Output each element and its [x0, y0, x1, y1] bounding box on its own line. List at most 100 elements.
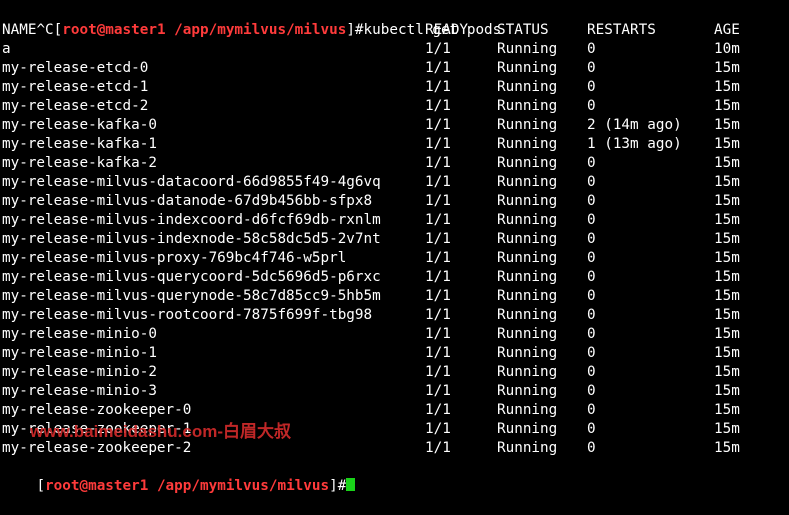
pod-age: 15m [714, 269, 740, 285]
pod-name: my-release-minio-1 [2, 345, 157, 361]
pod-status: Running [497, 440, 558, 456]
pod-age: 15m [714, 231, 740, 247]
pod-ready: 1/1 [425, 345, 451, 361]
pod-name: my-release-kafka-0 [2, 117, 157, 133]
pod-age: 15m [714, 440, 740, 456]
pod-age: 15m [714, 79, 740, 95]
pod-restarts: 0 [587, 155, 596, 171]
terminal-cursor [346, 478, 356, 491]
pod-status: Running [497, 212, 558, 228]
pod-ready: 1/1 [425, 193, 451, 209]
pod-restarts: 0 [587, 269, 596, 285]
pod-restarts: 0 [587, 250, 596, 266]
pod-ready: 1/1 [425, 41, 451, 57]
pod-name: my-release-milvus-datacoord-66d9855f49-4… [2, 174, 381, 190]
pod-age: 15m [714, 364, 740, 380]
pod-ready: 1/1 [425, 250, 451, 266]
pod-restarts: 0 [587, 60, 596, 76]
pod-age: 15m [714, 326, 740, 342]
pod-ready: 1/1 [425, 174, 451, 190]
header-age: AGE [714, 22, 740, 38]
pod-status: Running [497, 231, 558, 247]
pod-name: my-release-etcd-0 [2, 60, 149, 76]
pod-name: my-release-milvus-indexnode-58c58dc5d5-2… [2, 231, 381, 247]
pod-restarts: 0 [587, 174, 596, 190]
pod-name: my-release-etcd-2 [2, 98, 149, 114]
pod-status: Running [497, 155, 558, 171]
pod-status: Running [497, 421, 558, 437]
pod-name: my-release-minio-2 [2, 364, 157, 380]
pod-status: Running [497, 402, 558, 418]
pod-name: my-release-etcd-1 [2, 79, 149, 95]
prompt-suffix: ]# [346, 22, 364, 38]
pod-ready: 1/1 [425, 155, 451, 171]
pod-name: my-release-milvus-proxy-769bc4f746-w5prl [2, 250, 347, 266]
pod-name: my-release-kafka-1 [2, 136, 157, 152]
pod-name: my-release-milvus-rootcoord-7875f699f-tb… [2, 307, 373, 323]
prompt-path: /app/mymilvus/milvus [174, 22, 347, 38]
pod-name: my-release-minio-0 [2, 326, 157, 342]
pod-name: my-release-milvus-datanode-67d9b456bb-sf… [2, 193, 373, 209]
pod-restarts: 0 [587, 402, 596, 418]
pod-age: 10m [714, 41, 740, 57]
pod-age: 15m [714, 307, 740, 323]
pod-ready: 1/1 [425, 98, 451, 114]
pod-ready: 1/1 [425, 326, 451, 342]
final-prompt-path: /app/mymilvus/milvus [156, 478, 330, 494]
pod-ready: 1/1 [425, 231, 451, 247]
header-status: STATUS [497, 22, 549, 38]
pod-status: Running [497, 193, 558, 209]
pod-status: Running [497, 269, 558, 285]
header-ready: READY [425, 22, 469, 38]
pod-age: 15m [714, 60, 740, 76]
pod-status: Running [497, 174, 558, 190]
pod-restarts: 0 [587, 98, 596, 114]
pod-status: Running [497, 364, 558, 380]
pod-age: 15m [714, 155, 740, 171]
final-prompt-suffix: ]# [329, 478, 347, 494]
pod-restarts: 0 [587, 307, 596, 323]
pod-ready: 1/1 [425, 212, 451, 228]
pod-status: Running [497, 345, 558, 361]
pod-restarts: 0 [587, 345, 596, 361]
pod-status: Running [497, 98, 558, 114]
pod-ready: 1/1 [425, 421, 451, 437]
pod-name: my-release-milvus-querycoord-5dc5696d5-p… [2, 269, 381, 285]
pod-restarts: 0 [587, 364, 596, 380]
pod-ready: 1/1 [425, 60, 451, 76]
pod-name: my-release-minio-3 [2, 383, 157, 399]
final-prompt-userhost: root@master1 [45, 478, 149, 494]
pod-age: 15m [714, 212, 740, 228]
pod-age: 15m [714, 345, 740, 361]
pod-status: Running [497, 41, 558, 57]
pod-restarts: 0 [587, 326, 596, 342]
pod-ready: 1/1 [425, 269, 451, 285]
final-prompt-line[interactable]: [root@master1 /app/mymilvus/milvus]# [2, 458, 356, 494]
pod-name: my-release-milvus-querynode-58c7d85cc9-5… [2, 288, 381, 304]
pod-restarts: 0 [587, 440, 596, 456]
watermark-text: www.baimeidashu.com-白眉大叔 [30, 422, 292, 441]
pod-status: Running [497, 288, 558, 304]
pod-status: Running [497, 117, 558, 133]
pod-status: Running [497, 307, 558, 323]
pod-ready: 1/1 [425, 440, 451, 456]
pod-status: Running [497, 60, 558, 76]
pod-age: 15m [714, 402, 740, 418]
pod-restarts: 2 (14m ago) [587, 117, 682, 133]
pod-age: 15m [714, 250, 740, 266]
pod-restarts: 0 [587, 193, 596, 209]
header-name: NAME [2, 22, 37, 38]
prompt-userhost: root@master1 [62, 22, 166, 38]
prompt-prefix: ^C[ [36, 22, 63, 38]
terminal-window[interactable]: ^C[root@master1 /app/mymilvus/milvus]#ku… [0, 0, 789, 494]
pod-name: a [2, 41, 11, 57]
pod-age: 15m [714, 174, 740, 190]
pod-restarts: 0 [587, 231, 596, 247]
pod-restarts: 0 [587, 288, 596, 304]
pod-ready: 1/1 [425, 383, 451, 399]
pod-restarts: 0 [587, 421, 596, 437]
pod-restarts: 0 [587, 41, 596, 57]
pod-status: Running [497, 326, 558, 342]
pod-status: Running [497, 136, 558, 152]
pod-ready: 1/1 [425, 288, 451, 304]
